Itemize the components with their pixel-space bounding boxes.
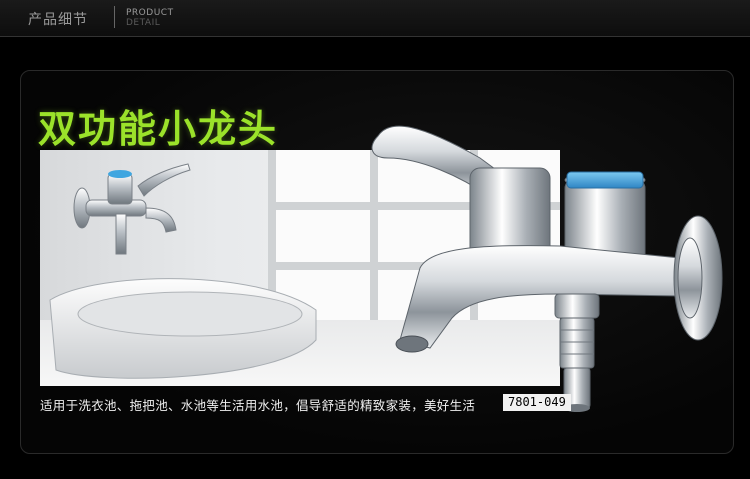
section-header: 产品细节 PRODUCT DETAIL — [0, 0, 750, 37]
product-caption: 适用于洗衣池、拖把池、水池等生活用水池，倡导舒适的精致家装，美好生活 — [40, 398, 476, 413]
small-faucet-image — [73, 163, 191, 255]
section-subtitle-en: DETAIL — [126, 18, 161, 28]
washbasin-image — [49, 278, 317, 379]
section-title-en: PRODUCT — [126, 8, 174, 18]
section-title-cn: 产品细节 — [28, 12, 88, 28]
header-divider — [114, 6, 115, 28]
model-number-badge: 7801-049 — [503, 394, 571, 411]
double-function-faucet-image — [371, 125, 723, 412]
product-headline: 双功能小龙头 — [38, 107, 279, 151]
